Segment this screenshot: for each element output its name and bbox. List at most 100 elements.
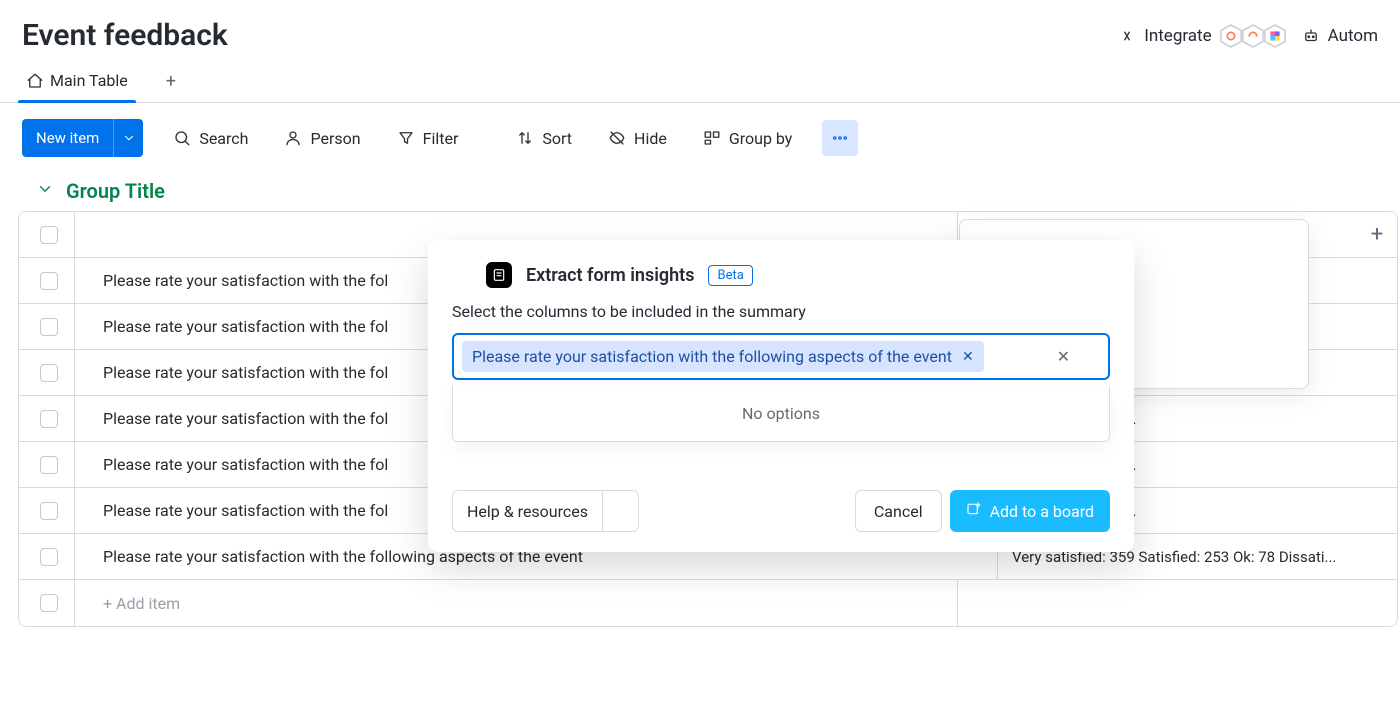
automate-button[interactable]: Autom [1302,26,1378,46]
new-item-label[interactable]: New item [22,119,113,157]
help-dropdown[interactable] [602,491,638,531]
group-by-label: Group by [729,129,793,148]
integration-hex-icon[interactable] [1242,24,1264,48]
checkbox[interactable] [40,272,58,290]
group-header[interactable]: Group Title [0,173,1400,211]
checkbox[interactable] [40,502,58,520]
extract-insights-modal: Extract form insights Beta Select the co… [428,240,1134,552]
header-actions: Integrate Autom [1118,24,1378,48]
help-resources-button[interactable]: Help & resources [452,490,639,532]
row-trailing [1357,534,1397,579]
add-to-board-label: Add to a board [990,502,1094,521]
integrate-label: Integrate [1144,26,1211,46]
remove-chip-icon[interactable]: ✕ [962,349,974,365]
board-title-wrap[interactable]: Event feedback [22,18,256,53]
combo-controls: ✕ [1057,347,1100,367]
add-to-board-button[interactable]: Add to a board [950,490,1110,532]
row-select[interactable] [23,488,75,533]
search-icon [173,129,191,147]
beta-badge: Beta [708,265,752,286]
cancel-button[interactable]: Cancel [855,490,942,532]
row-select[interactable] [23,442,75,487]
tab-main-table[interactable]: Main Table [22,61,132,102]
integration-hex-icon[interactable] [1220,24,1242,48]
ai-icon [486,262,512,288]
sort-label: Sort [542,129,572,148]
board-plus-icon [966,501,982,521]
board-title: Event feedback [22,18,228,53]
row-select[interactable] [23,350,75,395]
select-all-cell[interactable] [23,212,75,257]
robot-icon [1302,27,1320,45]
row-select[interactable] [23,534,75,579]
person-button[interactable]: Person [278,123,366,154]
add-column-button[interactable]: + [1357,212,1397,257]
clear-all-icon[interactable]: ✕ [1057,347,1070,366]
chevron-up-icon[interactable] [1084,347,1100,367]
column-selector[interactable]: Please rate your satisfaction with the f… [452,333,1110,380]
checkbox[interactable] [40,410,58,428]
checkbox[interactable] [40,594,58,612]
new-item-dropdown[interactable] [113,119,143,157]
row-select[interactable] [23,304,75,349]
modal-header: Extract form insights Beta [452,262,1110,288]
help-label[interactable]: Help & resources [453,502,602,521]
row-trailing [1357,580,1397,626]
summary-cell [957,580,1357,626]
home-icon [26,72,44,90]
row-trailing [1357,442,1397,487]
filter-button[interactable]: Filter [391,123,487,154]
integrate-section: Integrate [1118,24,1285,48]
group-by-button[interactable]: Group by [697,123,799,154]
selected-column-chip: Please rate your satisfaction with the f… [462,341,984,372]
filter-icon [397,129,415,147]
add-item-label[interactable]: + Add item [75,580,957,626]
view-tabs: Main Table + [0,61,1400,103]
new-item-button[interactable]: New item [22,119,143,157]
checkbox[interactable] [40,318,58,336]
checkbox[interactable] [40,456,58,474]
hide-button[interactable]: Hide [602,123,673,154]
board-toolbar: New item Search Person Filter Sort Hide … [0,103,1400,173]
sort-button[interactable]: Sort [510,123,578,154]
row-trailing [1357,488,1397,533]
page-header: Event feedback Integrate [0,0,1400,61]
chevron-down-icon[interactable] [36,180,54,202]
row-trailing [1357,350,1397,395]
chip-label: Please rate your satisfaction with the f… [472,347,952,366]
filter-label: Filter [423,129,459,148]
back-arrow-icon[interactable] [452,263,472,287]
row-trailing [1357,258,1397,303]
add-item-row[interactable]: + Add item [19,580,1397,626]
integration-badges [1220,24,1286,48]
chevron-down-icon[interactable] [466,129,480,148]
search-button[interactable]: Search [167,123,254,154]
integrate-button[interactable]: Integrate [1118,26,1211,46]
group-title: Group Title [66,179,165,203]
checkbox[interactable] [40,226,58,244]
chevron-down-icon[interactable] [238,25,256,47]
eye-off-icon [608,129,626,147]
person-label: Person [310,129,360,148]
sort-icon [516,129,534,147]
person-icon [284,129,302,147]
modal-subtitle: Select the columns to be included in the… [452,302,1110,321]
modal-title: Extract form insights [526,265,694,286]
row-select[interactable] [23,396,75,441]
add-tab-button[interactable]: + [162,61,180,102]
row-trailing [1357,396,1397,441]
checkbox[interactable] [40,364,58,382]
search-label: Search [199,129,248,148]
hide-label: Hide [634,129,667,148]
row-select[interactable] [23,258,75,303]
modal-footer: Help & resources Cancel Add to a board [452,490,1110,532]
tab-label: Main Table [50,71,128,90]
checkbox[interactable] [40,548,58,566]
row-select[interactable] [23,580,75,626]
link-icon [1118,27,1136,45]
options-dropdown: No options [452,386,1110,442]
row-trailing [1357,304,1397,349]
more-options-button[interactable] [822,120,858,156]
integration-hex-icon[interactable] [1264,24,1286,48]
automate-label: Autom [1328,26,1378,46]
